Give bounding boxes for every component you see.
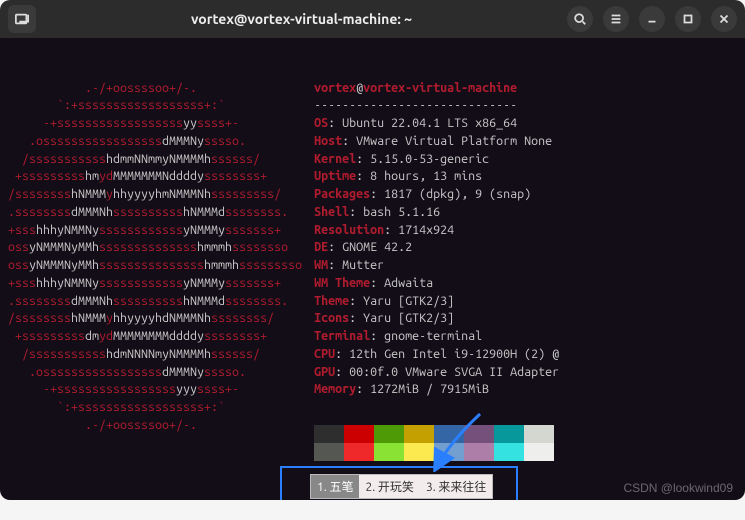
new-tab-button[interactable] [8,5,36,33]
ime-candidate-box[interactable]: 1. 五笔2. 开玩笑3. 来来往往 [310,474,493,499]
color-swatch [524,425,554,443]
window-title: vortex@vortex-virtual-machine: ~ [44,11,559,27]
color-swatch [494,425,524,443]
color-swatch [374,425,404,443]
close-button[interactable] [711,6,737,32]
terminal-viewport[interactable]: .-/+oossssoo+/-. `:+ssssssssssssssssss+:… [0,38,745,500]
menu-button[interactable] [603,6,629,32]
ime-candidate[interactable]: 1. 五笔 [311,475,359,498]
window-titlebar: vortex@vortex-virtual-machine: ~ [0,0,745,38]
color-swatch [344,443,374,461]
color-swatch [494,443,524,461]
search-button[interactable] [567,6,593,32]
color-swatch [344,425,374,443]
color-swatch [434,443,464,461]
ime-candidate[interactable]: 3. 来来往往 [420,475,492,498]
neofetch-sysinfo: vortex@vortex-virtual-machine ----------… [314,80,559,461]
color-swatch [524,443,554,461]
color-swatch [404,425,434,443]
color-swatch [314,425,344,443]
ime-candidate[interactable]: 2. 开玩笑 [359,475,419,498]
watermark-text: CSDN @lookwind09 [623,481,733,495]
maximize-button[interactable] [675,6,701,32]
color-swatch [464,425,494,443]
color-swatch [374,443,404,461]
color-swatch [404,443,434,461]
color-swatch [434,425,464,443]
color-swatch [314,443,344,461]
color-palette [314,425,554,461]
minimize-button[interactable] [639,6,665,32]
color-swatch [464,443,494,461]
neofetch-ascii-art: .-/+oossssoo+/-. `:+ssssssssssssssssss+:… [8,80,302,461]
